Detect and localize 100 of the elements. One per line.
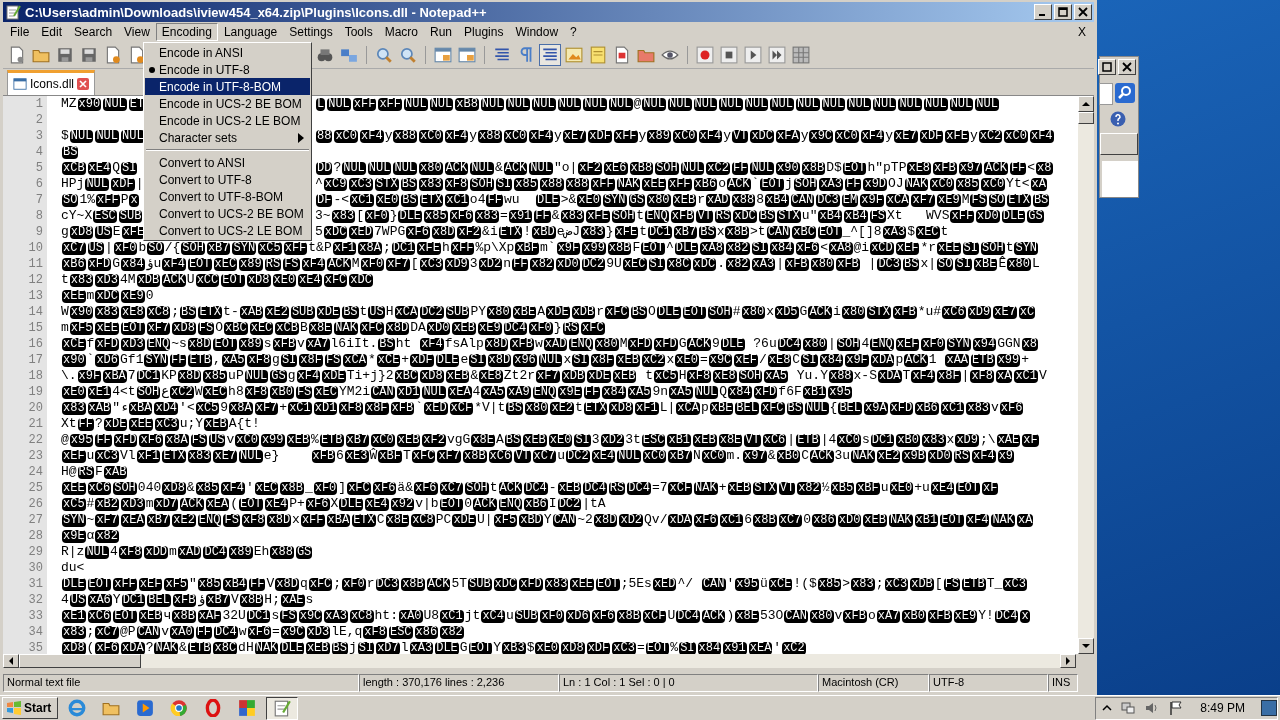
indent-guide-icon[interactable] [540,45,560,65]
help-icon[interactable] [1110,111,1126,127]
control-character: xC1 [350,193,374,207]
record-icon[interactable] [695,45,715,65]
minimize-button[interactable] [1034,4,1052,20]
code-text: % [670,640,679,654]
menu-item[interactable]: Encode in UTF-8-BOM [145,78,310,95]
start-button[interactable]: Start [2,697,59,719]
menu-item[interactable]: Edit [35,23,69,41]
code-text: 3 [469,256,478,272]
menu-item[interactable]: File [4,23,36,41]
media-player-icon[interactable] [136,699,155,717]
code-text: @ [61,432,69,448]
stop-icon[interactable] [719,45,739,65]
menu-item[interactable]: Encoding [155,23,218,41]
close-button[interactable] [1074,4,1092,20]
control-character: x80 [487,305,511,319]
close-icon[interactable] [77,78,90,90]
menu-item[interactable]: Settings [283,23,339,41]
code-text: = [636,640,645,654]
control-character: xDA [870,353,895,367]
scroll-left-button[interactable] [3,654,19,668]
play-icon[interactable] [743,45,763,65]
control-character: xE0 [889,481,914,495]
show-desktop-button[interactable] [1261,700,1277,716]
control-character: xB8 [629,161,654,175]
grid-app-icon[interactable] [238,699,257,717]
control-character: x89 [229,545,253,559]
control-character: BS [903,257,920,271]
control-character: xEF [734,353,758,367]
control-character: STX [867,305,891,319]
control-character: xC6 [488,449,513,463]
scroll-up-button[interactable] [1078,96,1094,112]
scroll-thumb[interactable] [19,654,141,668]
code-text: 3t [625,432,641,448]
code-text: ; [171,304,180,320]
code-text: 0 [464,496,472,512]
panel-button[interactable] [1100,133,1138,155]
menu-item[interactable]: Language [217,23,284,41]
menu-item[interactable]: Convert to UCS-2 LE BOM [145,222,310,239]
ring-icon[interactable] [204,699,223,717]
control-character: xC0 [371,433,395,447]
clock[interactable]: 8:49 PM [1192,701,1253,715]
vertical-scrollbar[interactable] [1078,96,1094,654]
control-character: xDF [586,641,611,654]
maximize-button[interactable] [1054,4,1072,20]
menu-item[interactable]: View [118,23,156,41]
menu-item[interactable]: Macro [378,23,424,41]
close-button[interactable] [1118,59,1136,75]
control-character: xCD [870,241,894,255]
menu-item[interactable]: ? [564,23,583,41]
control-character: x88 [828,369,853,383]
control-character: NUL [693,97,718,111]
scroll-right-button[interactable] [1060,654,1076,668]
control-character: xD8 [69,225,94,239]
search-field[interactable] [1099,83,1113,105]
menu-item[interactable]: Encode in UCS-2 LE BOM [145,112,310,129]
fast-play-icon[interactable] [767,45,787,65]
floppy-disks-icon[interactable] [79,45,99,65]
window-sync-icon[interactable] [457,45,477,65]
file-tab[interactable]: Icons.dll [7,70,96,95]
maximize-button[interactable] [1098,59,1116,75]
menu-item[interactable]: Search [68,23,119,41]
control-character: ACK [701,609,726,623]
taskbar-button[interactable] [266,696,299,720]
search-icon[interactable] [1115,83,1135,103]
code-text: 32U [222,608,246,624]
menu-item[interactable]: Run [424,23,459,41]
menu-item[interactable]: Convert to UCS-2 BE BOM [145,205,310,222]
code-text: |4 [820,432,837,448]
note-icon[interactable] [588,45,608,65]
control-character: x85 [197,577,222,591]
control-character: xFF [591,177,615,191]
flag-icon[interactable] [1168,700,1185,716]
network-icon[interactable] [1120,700,1137,716]
menu-item[interactable]: Convert to UTF-8 [145,171,310,188]
menu-item[interactable]: Convert to UTF-8-BOM [145,188,310,205]
control-character: x94 [972,337,997,351]
menu-item[interactable]: Convert to ANSI [145,154,310,171]
scroll-thumb[interactable] [1078,112,1094,124]
browser-icon[interactable] [68,699,87,717]
menu-item[interactable]: Character sets [145,129,310,146]
close-document-button[interactable]: X [1078,25,1094,39]
code-text: ؤu [145,256,162,272]
scroll-down-button[interactable] [1078,638,1094,654]
control-character: DC2 [420,305,444,319]
menu-item[interactable]: Plugins [458,23,510,41]
menu-item[interactable]: Encode in UTF-8 [145,61,310,78]
control-character: NUL [667,97,692,111]
control-character: xDE [546,305,570,319]
menu-item[interactable]: Encode in ANSI [145,44,310,61]
horizontal-scrollbar[interactable] [3,654,1076,668]
round-browser-icon[interactable] [170,699,189,717]
grid-icon[interactable] [791,45,811,65]
chevron-up-icon[interactable] [1102,703,1113,713]
menu-item[interactable]: Tools [338,23,379,41]
window-sync-icon[interactable] [433,45,453,65]
menu-item[interactable]: Window [509,23,565,41]
control-character: xF0 [313,481,338,495]
menu-item[interactable]: Encode in UCS-2 BE BOM [145,95,310,112]
